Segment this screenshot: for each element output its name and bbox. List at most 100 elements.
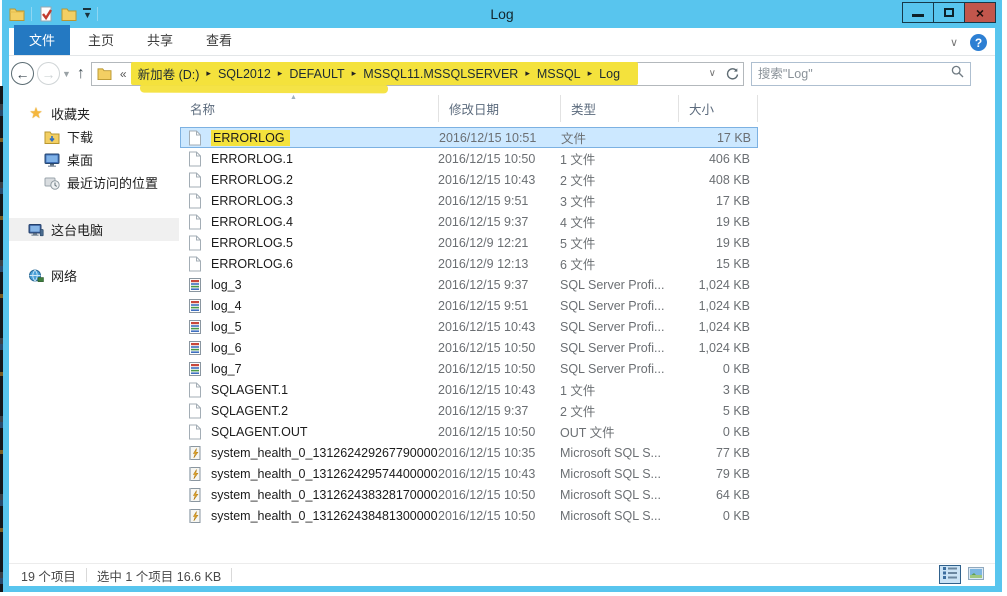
file-row[interactable]: log_42016/12/15 9:51SQL Server Profi...1… [180,295,758,316]
file-row[interactable]: log_72016/12/15 10:50SQL Server Profi...… [180,358,758,379]
trace-file-icon [188,340,204,356]
breadcrumb-item[interactable]: SQL2012 [214,67,275,81]
tab-file[interactable]: 文件 [14,25,70,55]
details-view-button[interactable] [939,565,961,584]
breadcrumb-overflow-icon[interactable]: « [120,67,127,81]
sidebar-item[interactable]: 最近访问的位置 [9,171,179,194]
sidebar-item[interactable]: ★收藏夹 [9,102,179,125]
breadcrumb-item[interactable]: DEFAULT [285,67,348,81]
file-row[interactable]: ERRORLOG.32016/12/15 9:513 文件17 KB [180,190,758,211]
title-bar: ▼ Log × [2,0,1002,28]
file-date: 2016/12/15 9:51 [438,299,560,313]
column-header[interactable]: 名称▲ [180,95,438,122]
file-row[interactable]: log_32016/12/15 9:37SQL Server Profi...1… [180,274,758,295]
ribbon-expand-chevron-icon[interactable]: ∨ [950,36,958,49]
file-row[interactable]: ERRORLOG.62016/12/9 12:136 文件15 KB [180,253,758,274]
breadcrumb-item[interactable]: 新加卷 (D:) [134,64,204,83]
file-date: 2016/12/15 10:50 [438,509,560,523]
breadcrumb-separator-icon[interactable]: ▸ [522,68,533,79]
file-size: 17 KB [679,131,751,145]
help-icon[interactable]: ? [970,34,987,51]
tab-home[interactable]: 主页 [73,25,129,55]
breadcrumb-separator-icon[interactable]: ▸ [203,68,214,79]
maximize-button[interactable] [933,2,965,23]
breadcrumb-item[interactable]: MSSQL11.MSSQLSERVER [359,67,522,81]
file-row[interactable]: ERRORLOG.12016/12/15 10:501 文件406 KB [180,148,758,169]
file-type: 6 文件 [560,254,678,273]
file-name: SQLAGENT.OUT [211,425,308,439]
highlight-annotation [140,84,388,94]
file-size: 408 KB [678,173,750,187]
file-row[interactable]: system_health_0_1312624384813000002016/1… [180,505,758,526]
file-row[interactable]: system_health_0_1312624295744000002016/1… [180,463,758,484]
column-header[interactable]: 大小 [678,95,758,122]
file-row[interactable]: ERRORLOG.42016/12/15 9:374 文件19 KB [180,211,758,232]
file-name: ERRORLOG.5 [211,236,293,250]
sidebar-item[interactable]: 这台电脑 [9,218,179,241]
file-row[interactable]: SQLAGENT.22016/12/15 9:372 文件5 KB [180,400,758,421]
trace-file-icon [188,298,204,314]
address-dropdown-icon[interactable]: ∨ [709,68,716,79]
minimize-button[interactable] [902,2,934,23]
view-buttons [939,565,987,584]
file-date: 2016/12/15 10:50 [438,425,560,439]
blank-file-icon [188,256,204,272]
address-bar[interactable]: « 新加卷 (D:)▸SQL2012▸DEFAULT▸MSSQL11.MSSQL… [91,62,744,86]
file-row[interactable]: ERRORLOG.22016/12/15 10:432 文件408 KB [180,169,758,190]
file-date: 2016/12/15 9:37 [438,215,560,229]
blank-file-icon [188,235,204,251]
xel-file-icon [188,445,204,461]
sidebar-item[interactable]: 网络 [9,264,179,287]
file-name: system_health_0_131262429267790000 [211,446,438,460]
file-size: 1,024 KB [678,278,750,292]
file-row[interactable]: system_health_0_1312624292677900002016/1… [180,442,758,463]
refresh-icon[interactable] [726,67,739,80]
file-date: 2016/12/9 12:21 [438,236,560,250]
breadcrumb-separator-icon[interactable]: ▸ [275,68,286,79]
back-button[interactable]: ← [11,62,34,85]
breadcrumb-item[interactable]: Log [595,67,624,81]
breadcrumb-separator-icon[interactable]: ▸ [349,68,360,79]
close-button[interactable]: × [964,2,996,23]
file-date: 2016/12/15 10:43 [438,320,560,334]
file-type: 1 文件 [560,149,678,168]
downloads-folder-icon [43,130,61,144]
tab-view[interactable]: 查看 [191,25,247,55]
file-size: 406 KB [678,152,750,166]
file-size: 19 KB [678,215,750,229]
file-type: 2 文件 [560,170,678,189]
sidebar-item-label: 这台电脑 [51,220,103,239]
history-dropdown-icon[interactable]: ▼ [62,69,71,79]
up-button[interactable]: ↑ [77,65,85,83]
sidebar-item[interactable]: 下载 [9,125,179,148]
file-row[interactable]: SQLAGENT.12016/12/15 10:431 文件3 KB [180,379,758,400]
file-row[interactable]: SQLAGENT.OUT2016/12/15 10:50OUT 文件0 KB [180,421,758,442]
network-icon [27,269,45,283]
file-name: SQLAGENT.1 [211,383,288,397]
file-row[interactable]: ERRORLOG2016/12/15 10:51文件17 KB [180,127,758,148]
trace-file-icon [188,277,204,293]
address-folder-icon [96,65,114,83]
file-type: Microsoft SQL S... [560,467,678,481]
thumbnail-view-button[interactable] [965,565,987,584]
file-size: 0 KB [678,362,750,376]
breadcrumb-separator-icon[interactable]: ▸ [585,68,596,79]
file-size: 77 KB [678,446,750,460]
file-row[interactable]: log_52016/12/15 10:43SQL Server Profi...… [180,316,758,337]
file-type: SQL Server Profi... [560,299,678,313]
forward-button[interactable]: → [37,62,60,85]
file-date: 2016/12/15 10:50 [438,341,560,355]
column-header[interactable]: 类型 [560,95,678,122]
sidebar-item-label: 桌面 [67,150,93,169]
column-header[interactable]: 修改日期 [438,95,560,122]
file-row[interactable]: ERRORLOG.52016/12/9 12:215 文件19 KB [180,232,758,253]
file-date: 2016/12/15 10:43 [438,467,560,481]
tab-share[interactable]: 共享 [132,25,188,55]
search-icon[interactable] [951,65,964,83]
file-row[interactable]: log_62016/12/15 10:50SQL Server Profi...… [180,337,758,358]
breadcrumb-item[interactable]: MSSQL [533,67,585,81]
sidebar-item[interactable]: 桌面 [9,148,179,171]
search-input[interactable] [758,67,951,81]
window-controls: × [903,2,996,23]
file-row[interactable]: system_health_0_1312624383281700002016/1… [180,484,758,505]
